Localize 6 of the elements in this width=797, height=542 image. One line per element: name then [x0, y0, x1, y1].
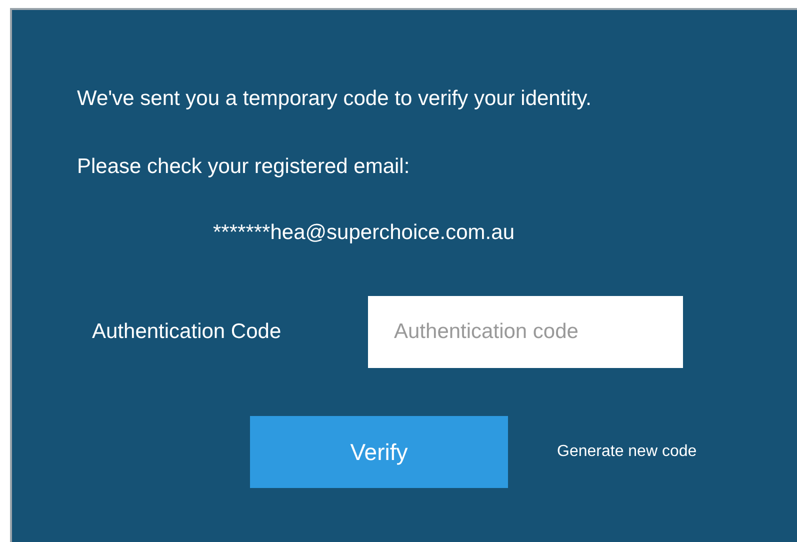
input-field[interactable]: Authentication code	[368, 296, 683, 368]
message-text: Please check your registered email:	[77, 154, 411, 180]
email-text: *******hea@superchoice.com.au	[213, 220, 516, 246]
message-text: We've sent you a temporary code to verify your identity.	[77, 86, 592, 112]
field-label: Authentication Code	[92, 320, 282, 344]
generate-link[interactable]: Generate new code	[557, 443, 697, 461]
